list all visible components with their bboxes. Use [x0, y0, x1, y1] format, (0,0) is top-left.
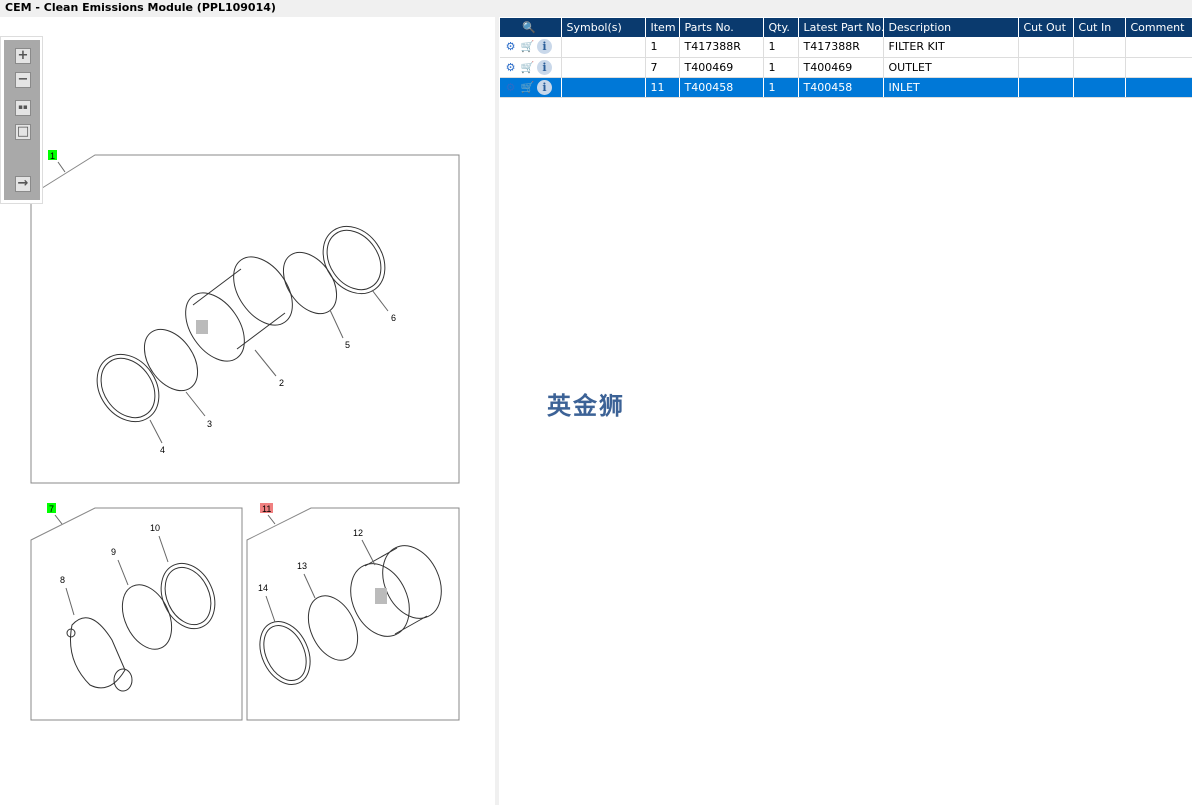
cell-symbols [561, 77, 646, 98]
cell-qty: 1 [763, 57, 799, 78]
col-cut-in[interactable]: Cut In [1073, 18, 1126, 37]
gear-icon[interactable]: ⚙ [503, 60, 518, 75]
outlet-8 [66, 617, 133, 692]
frame-group-11 [246, 507, 460, 721]
cell-comment [1125, 37, 1192, 58]
cell-latest: T417388R [798, 37, 884, 58]
search-icon[interactable]: 🔍 [522, 20, 537, 35]
callout-10[interactable]: 10 [150, 523, 160, 533]
zoom-out-button[interactable]: − [15, 72, 31, 88]
cart-icon[interactable]: 🛒 [520, 39, 535, 54]
cell-description: FILTER KIT [883, 37, 1019, 58]
gear-icon[interactable]: ⚙ [503, 80, 518, 95]
group-label-11[interactable]: 11 [262, 504, 271, 514]
group-label-1[interactable]: 1 [50, 151, 55, 161]
cell-comment [1125, 77, 1192, 98]
gear-icon[interactable]: ⚙ [503, 39, 518, 54]
cell-cut-in [1073, 57, 1126, 78]
callout-3[interactable]: 3 [207, 419, 212, 429]
cell-item: 11 [645, 77, 680, 98]
cart-icon[interactable]: 🛒 [520, 60, 535, 75]
info-icon[interactable]: i [537, 59, 552, 75]
col-description[interactable]: Description [883, 18, 1019, 37]
callout-12[interactable]: 12 [353, 528, 363, 538]
cell-item: 7 [645, 57, 680, 78]
zoom-in-button[interactable]: + [15, 48, 31, 64]
cell-qty: 1 [763, 37, 799, 58]
clamp-10 [160, 562, 216, 630]
col-latest-part-no[interactable]: Latest Part No. [798, 18, 884, 37]
col-symbols[interactable]: Symbol(s) [561, 18, 646, 37]
toggle-layout-button[interactable]: → [15, 176, 31, 192]
callout-6[interactable]: 6 [391, 313, 396, 323]
diagram-toolbar: + − ▪▪ □ → [0, 36, 43, 204]
callout-13[interactable]: 13 [297, 561, 307, 571]
group-label-7[interactable]: 7 [49, 504, 54, 514]
pane-splitter[interactable] [495, 17, 499, 805]
parts-table: 🔍 Symbol(s) Item Parts No. Qty. Latest P… [500, 18, 1192, 98]
cell-parts-no: T400469 [679, 57, 764, 78]
col-parts-no[interactable]: Parts No. [679, 18, 764, 37]
gasket-9 [121, 584, 173, 650]
cell-cut-out [1018, 77, 1074, 98]
table-row[interactable]: ⚙ 🛒 i 11 T400458 1 T400458 INLET [500, 77, 1192, 98]
cell-description: OUTLET [883, 57, 1019, 78]
cell-latest: T400458 [798, 77, 884, 98]
callout-5[interactable]: 5 [345, 340, 350, 350]
col-comment[interactable]: Comment [1125, 18, 1192, 37]
window-title: CEM - Clean Emissions Module (PPL109014) [0, 0, 1192, 17]
table-header: 🔍 Symbol(s) Item Parts No. Qty. Latest P… [500, 18, 1192, 37]
callout-4[interactable]: 4 [160, 445, 165, 455]
clamp-6 [322, 225, 386, 295]
cell-parts-no: T417388R [679, 37, 764, 58]
col-item[interactable]: Item [645, 18, 680, 37]
cell-item: 1 [645, 37, 680, 58]
info-icon[interactable]: i [537, 39, 552, 55]
table-row[interactable]: ⚙ 🛒 i 1 T417388R 1 T417388R FILTER KIT [500, 37, 1192, 58]
cell-symbols [561, 37, 646, 58]
cell-parts-no: T400458 [679, 77, 764, 98]
fit-all-button[interactable]: ▪▪ [15, 100, 31, 116]
cell-symbols [561, 57, 646, 78]
col-cut-out[interactable]: Cut Out [1018, 18, 1074, 37]
cell-cut-in [1073, 37, 1126, 58]
cell-description: INLET [883, 77, 1019, 98]
cell-qty: 1 [763, 77, 799, 98]
callout-9[interactable]: 9 [111, 547, 116, 557]
gasket-13 [307, 595, 359, 661]
cell-cut-out [1018, 37, 1074, 58]
watermark: 英金狮 [547, 392, 625, 420]
cell-cut-in [1073, 77, 1126, 98]
diagram-pane[interactable]: 1 7 11 2 3 4 5 6 8 9 10 12 13 14 + − ▪▪ … [0, 17, 495, 805]
table-row[interactable]: ⚙ 🛒 i 7 T400469 1 T400469 OUTLET [500, 57, 1192, 78]
frame-group-7 [30, 507, 243, 721]
info-icon[interactable]: i [537, 79, 552, 95]
filter-2 [185, 256, 293, 362]
exploded-diagram: 1 7 11 2 3 4 5 6 8 9 10 12 13 14 [30, 150, 460, 721]
callout-2[interactable]: 2 [279, 378, 284, 388]
cell-comment [1125, 57, 1192, 78]
fit-window-button[interactable]: □ [15, 124, 31, 140]
callout-8[interactable]: 8 [60, 575, 65, 585]
cell-cut-out [1018, 57, 1074, 78]
col-qty[interactable]: Qty. [763, 18, 799, 37]
callout-14[interactable]: 14 [258, 583, 268, 593]
cart-icon[interactable]: 🛒 [520, 80, 535, 95]
cell-latest: T400469 [798, 57, 884, 78]
clamp-4 [96, 353, 160, 423]
